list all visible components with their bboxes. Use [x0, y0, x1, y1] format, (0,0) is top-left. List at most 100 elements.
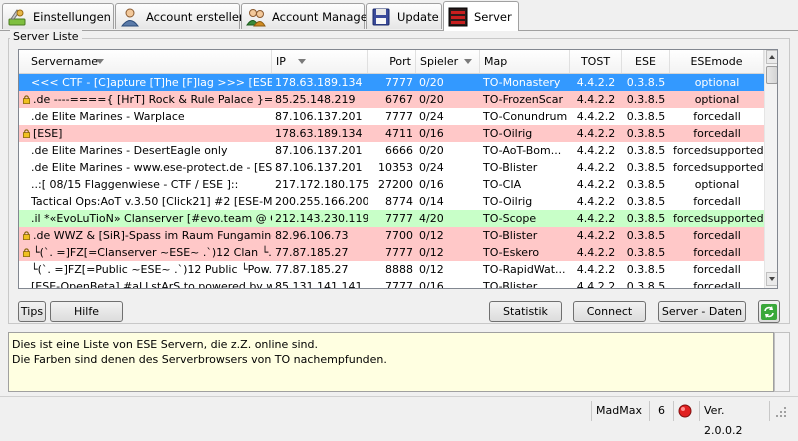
lock-icon	[22, 129, 31, 138]
cell-name: .de Elite Marines - Warplace	[19, 108, 272, 125]
cell-text: TO-Oilrig	[483, 195, 533, 208]
cell-text: └(`. =]FZ[=Clanserver ~ESE~ .`)12 Clan └…	[33, 246, 272, 259]
refresh-icon	[761, 303, 777, 320]
tab-update[interactable]: Update	[366, 3, 442, 29]
cell-map: TO-FrozenScar	[480, 91, 570, 108]
cell-port: 7777	[368, 74, 416, 91]
cell-name: ..:[ 08/15 Flaggenwiese - CTF / ESE ]::	[19, 176, 272, 193]
server-row[interactable]: [ESE] 178.63.189.134 4711 0/16 TO-Oilrig 4.4.…	[19, 125, 764, 142]
tab-einstellungen[interactable]: Einstellungen	[2, 3, 114, 29]
refresh-button[interactable]	[758, 300, 780, 323]
cell-text: 85.25.148.219	[275, 93, 356, 106]
resize-grip[interactable]	[769, 401, 798, 421]
cell-text: [ESE]	[33, 127, 63, 140]
server-row[interactable]: .de Elite Marines - DesertEagle only 87.1…	[19, 142, 764, 159]
cell-text: 87.106.137.201	[275, 110, 363, 123]
cell-esemode: forcedall	[670, 108, 764, 125]
cell-text: 0/12	[419, 246, 444, 259]
cell-esemode: forcedall	[670, 227, 764, 244]
cell-text: TO-RapidWat...	[483, 263, 566, 276]
scroll-up-button[interactable]	[766, 50, 777, 64]
hilfe-button[interactable]: Hilfe	[50, 301, 123, 322]
cell-port: 7777	[368, 278, 416, 288]
chevron-up-icon	[769, 55, 775, 59]
cell-players: 0/20	[416, 142, 480, 159]
cell-ese: 0.3.8.5	[622, 108, 670, 125]
cell-text: TO-Blister	[483, 229, 538, 242]
column-header-ip[interactable]: IP	[272, 50, 368, 73]
server-row[interactable]: └(`. =]FZ[=Public ~ESE~ .`)12 Public └Po…	[19, 261, 764, 278]
cell-text: 77.87.185.27	[275, 246, 349, 259]
info-text-area[interactable]: Dies ist eine Liste von ESE Servern, die…	[8, 332, 774, 392]
status-version: Ver. 2.0.0.2	[699, 401, 769, 437]
connect-button[interactable]: Connect	[573, 301, 646, 322]
server-row[interactable]: .de Elite Marines - Warplace 87.106.137.2…	[19, 108, 764, 125]
tips-button[interactable]: Tips	[18, 301, 46, 322]
cell-map: TO-Oilrig	[480, 125, 570, 142]
scroll-down-button[interactable]	[766, 272, 777, 286]
tab-account-erstellen[interactable]: Account erstellen	[115, 3, 246, 29]
table-scrollbar[interactable]	[764, 50, 777, 288]
statistik-button[interactable]: Statistik	[489, 301, 562, 322]
server-row[interactable]: Tactical Ops:AoT v.3.50 [Click21] #2 [ES…	[19, 193, 764, 210]
cell-text: forcedall	[693, 127, 741, 140]
cell-text: 4.4.2.2	[576, 280, 616, 289]
column-header-tost[interactable]: TOST	[570, 50, 622, 73]
cell-map: TO-Scope	[480, 210, 570, 227]
column-header-spieler[interactable]: Spieler	[416, 50, 480, 73]
tab-divider	[0, 30, 798, 31]
cell-map: TO-Eskero	[480, 244, 570, 261]
cell-map: TO-AoT-Bom...	[480, 142, 570, 159]
server-row[interactable]: .il *«EvoLuTioN» Clanserver [#evo.team @…	[19, 210, 764, 227]
server-row[interactable]: .de Elite Marines - www.ese-protect.de -…	[19, 159, 764, 176]
cell-text: 0.3.8.5	[626, 178, 666, 191]
status-indicator	[673, 401, 699, 421]
cell-port: 27200	[368, 176, 416, 193]
cell-text: TO-Blister	[483, 161, 538, 174]
column-label: Spieler	[420, 55, 459, 68]
tab-account-manager[interactable]: Account Manager	[241, 3, 373, 29]
column-header-port[interactable]: Port	[368, 50, 416, 73]
cell-text: forcedall	[693, 280, 741, 289]
cell-esemode: forcedall	[670, 244, 764, 261]
column-header-ese[interactable]: ESE	[622, 50, 670, 73]
server-daten-button[interactable]: Server - Daten	[658, 301, 746, 322]
cell-text: 82.96.106.73	[275, 229, 349, 242]
table-header: Servername IP Port Spieler Map TOST ESE …	[19, 50, 764, 74]
tab-server[interactable]: Server	[443, 1, 519, 31]
cell-text: 0.3.8.5	[626, 127, 666, 140]
column-header-esemode[interactable]: ESEmode	[670, 50, 764, 73]
cell-tost: 4.4.2.2	[570, 91, 622, 108]
column-header-servername[interactable]: Servername	[19, 50, 272, 73]
cell-tost: 4.4.2.2	[570, 244, 622, 261]
cell-ese: 0.3.8.5	[622, 193, 670, 210]
cell-ip: 178.63.189.134	[272, 125, 368, 142]
cell-text: 0.3.8.5	[626, 110, 666, 123]
scroll-thumb[interactable]	[766, 66, 777, 84]
server-row[interactable]: .de ----===={ [HrT] Rock & Rule Palace }…	[19, 91, 764, 108]
cell-text: 0/12	[419, 263, 444, 276]
lock-icon	[22, 95, 31, 104]
cell-text: 4.4.2.2	[576, 212, 616, 225]
server-row[interactable]: ..:[ 08/15 Flaggenwiese - CTF / ESE ]:: 2…	[19, 176, 764, 193]
cell-ese: 0.3.8.5	[622, 227, 670, 244]
cell-players: 0/20	[416, 91, 480, 108]
server-row[interactable]: .de WWZ & [SiR]-Spass im Raum Fungaming …	[19, 227, 764, 244]
cell-ip: 77.87.185.27	[272, 244, 368, 261]
cell-ese: 0.3.8.5	[622, 74, 670, 91]
cell-esemode: forcedsupported	[670, 142, 764, 159]
cell-tost: 4.4.2.2	[570, 210, 622, 227]
column-header-map[interactable]: Map	[480, 50, 570, 73]
cell-map: TO-Blister	[480, 227, 570, 244]
cell-port: 4711	[368, 125, 416, 142]
cell-ese: 0.3.8.5	[622, 261, 670, 278]
column-label: ESEmode	[690, 55, 743, 68]
server-row[interactable]: └(`. =]FZ[=Clanserver ~ESE~ .`)12 Clan └…	[19, 244, 764, 261]
cell-esemode: optional	[670, 176, 764, 193]
cell-text: 0/24	[419, 110, 444, 123]
cell-text: 178.63.189.134	[275, 127, 363, 140]
cell-ese: 0.3.8.5	[622, 125, 670, 142]
info-scrollbar[interactable]	[774, 332, 790, 392]
server-row[interactable]: <<< CTF - [C]apture [T]he [F]lag >>> [ES…	[19, 74, 764, 91]
server-row[interactable]: [ESE-OpenBeta] #aLLstArS to powered by w…	[19, 278, 764, 289]
